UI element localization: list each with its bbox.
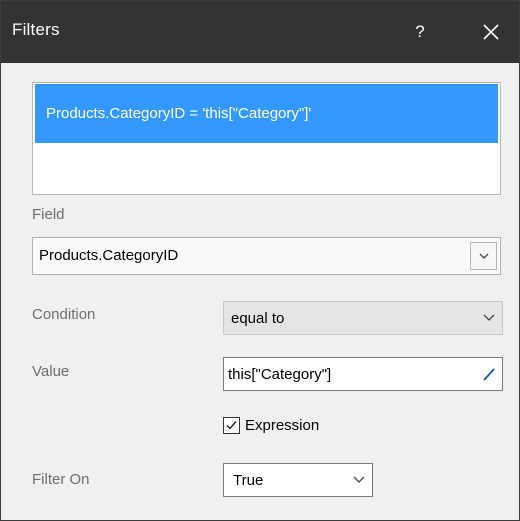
chevron-down-icon [483, 314, 495, 321]
chevron-down-icon [353, 476, 365, 483]
value-text: this["Category"] [228, 366, 332, 383]
field-value: Products.CategoryID [39, 247, 179, 264]
dialog-content: Products.CategoryID = 'this["Category"]'… [1, 63, 519, 520]
help-button[interactable]: ? [397, 1, 443, 63]
pencil-icon[interactable] [482, 366, 496, 382]
help-icon: ? [415, 22, 425, 41]
condition-label: Condition [32, 306, 96, 323]
filter-item-label: Products.CategoryID = 'this["Category"]' [46, 105, 312, 122]
value-input[interactable]: this["Category"] [223, 357, 503, 391]
expression-label: Expression [245, 417, 320, 434]
value-label: Value [32, 363, 70, 380]
filter-on-dropdown[interactable]: True [223, 463, 373, 497]
close-button[interactable] [463, 1, 519, 63]
filter-on-value: True [233, 472, 264, 489]
dialog-title: Filters [12, 20, 60, 39]
check-icon [226, 421, 237, 430]
field-dropdown[interactable]: Products.CategoryID [32, 237, 501, 275]
condition-value: equal to [231, 310, 285, 327]
expression-checkbox[interactable]: Expression [223, 417, 319, 434]
filter-on-label: Filter On [32, 471, 90, 488]
field-dropdown-button[interactable] [470, 242, 497, 270]
filter-list-item[interactable]: Products.CategoryID = 'this["Category"]' [35, 84, 498, 143]
filters-dialog: Filters ? Products.CategoryID = 'this["C… [0, 0, 520, 521]
checkbox-box[interactable] [223, 417, 240, 434]
condition-dropdown[interactable]: equal to [223, 301, 503, 335]
close-icon [483, 24, 499, 40]
field-label: Field [32, 206, 65, 223]
chevron-down-icon [479, 253, 488, 259]
filter-list[interactable]: Products.CategoryID = 'this["Category"]' [32, 82, 501, 195]
title-bar: Filters ? [1, 1, 519, 63]
